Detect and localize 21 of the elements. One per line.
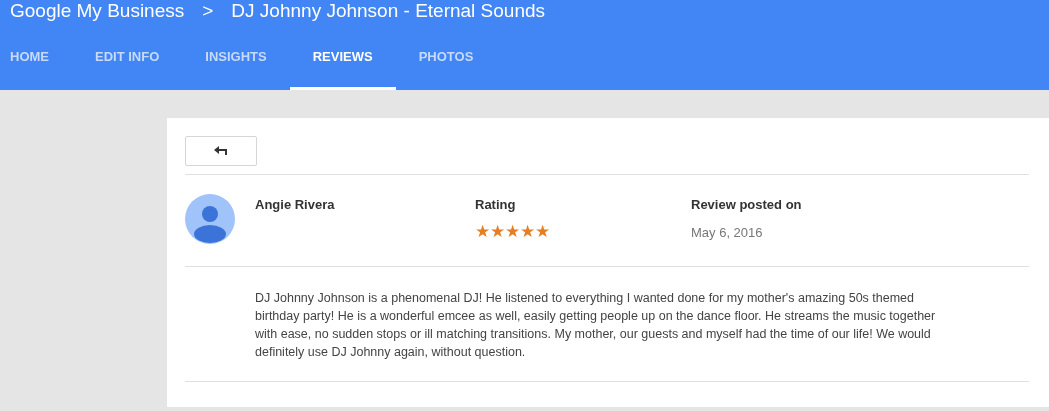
back-arrow-icon [213, 145, 229, 157]
nav-tab[interactable]: PHOTOS [395, 26, 497, 90]
review-date: May 6, 2016 [691, 223, 764, 242]
nav-tab[interactable]: INSIGHTS [182, 26, 290, 90]
breadcrumb-separator: > [202, 0, 214, 23]
nav-tab[interactable]: REVIEWS [289, 26, 396, 90]
star-icon: ★ [505, 222, 520, 240]
star-icon: ★ [490, 222, 505, 240]
star-icon: ★ [520, 222, 535, 240]
reviewer-name: Angie Rivera [255, 196, 336, 214]
back-button[interactable] [185, 136, 257, 166]
nav-tab[interactable]: HOME [0, 26, 72, 90]
app-title[interactable]: Google My Business [10, 0, 185, 26]
business-name: DJ Johnny Johnson - Eternal Sounds [231, 0, 546, 23]
nav-tab[interactable]: EDIT INFO [72, 26, 183, 90]
star-icon: ★ [535, 222, 550, 240]
date-label: Review posted on [691, 196, 802, 214]
star-icon: ★ [475, 222, 490, 240]
avatar-icon [185, 194, 235, 244]
review-text: DJ Johnny Johnson is a phenomenal DJ! He listened to everything I wanted done for my mother's amazing 50s themed birthday party! He is a wonderful emcee as well, easily getting people up on the dance floor. He streams the music together with ease, no sudden stops or ill matching transitions. My mother, our guests and myself had the time of our life! We would definitely use DJ Johnny again, without question. [255, 290, 937, 361]
rating-label: Rating [475, 196, 517, 214]
